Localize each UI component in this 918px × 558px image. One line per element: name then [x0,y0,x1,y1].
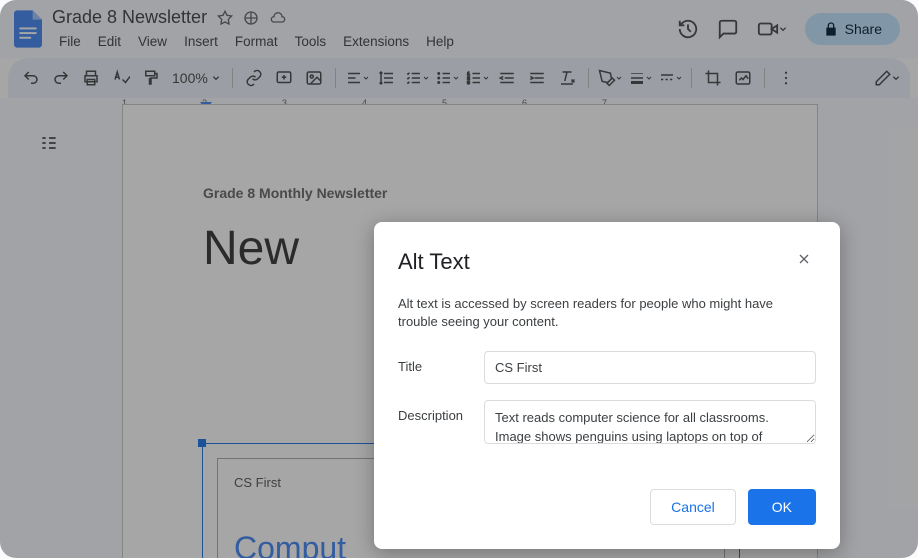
description-field-label: Description [398,400,484,449]
title-field-label: Title [398,351,484,384]
dialog-description: Alt text is accessed by screen readers f… [398,295,816,331]
close-icon[interactable] [792,246,816,277]
title-input[interactable] [484,351,816,384]
dialog-title: Alt Text [398,249,470,275]
cancel-button[interactable]: Cancel [650,489,736,525]
alt-text-dialog: Alt Text Alt text is accessed by screen … [374,222,840,549]
description-input[interactable]: Text reads computer science for all clas… [484,400,816,444]
ok-button[interactable]: OK [748,489,816,525]
